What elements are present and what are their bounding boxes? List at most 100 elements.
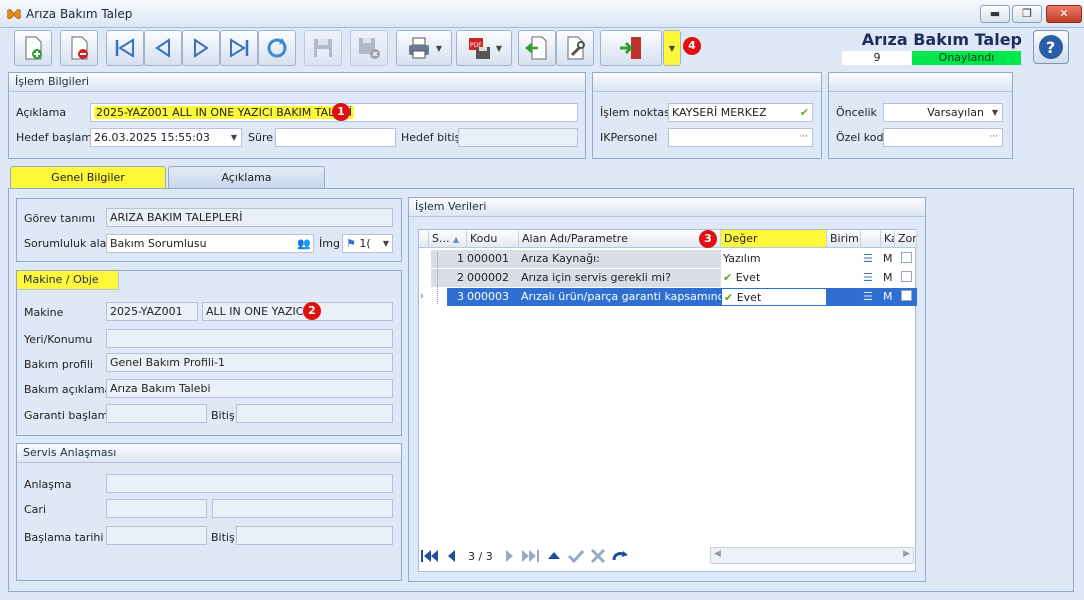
next-icon <box>194 38 209 58</box>
servis-bitis-input[interactable] <box>236 526 393 545</box>
sorumluluk-input[interactable]: Bakım Sorumlusu 👥 <box>106 234 314 253</box>
refresh-grid-icon[interactable] <box>611 549 629 563</box>
maximize-button[interactable]: ❐ <box>1012 5 1042 23</box>
sure-input[interactable] <box>275 128 396 147</box>
yeri-input[interactable] <box>106 329 393 348</box>
last-record-icon[interactable] <box>521 549 541 563</box>
ellipsis-icon[interactable]: ··· <box>799 129 808 146</box>
refresh-icon <box>267 38 287 58</box>
oncelik-select[interactable]: Varsayılan ▼ <box>883 103 1003 122</box>
new-button[interactable] <box>14 30 52 66</box>
col-header-ka[interactable]: Ka <box>881 230 895 248</box>
pdf-dropdown-icon[interactable]: ▼ <box>496 44 502 53</box>
last-record-button[interactable] <box>220 30 258 66</box>
col-header-alan[interactable]: Alan Adı/Parametre <box>519 230 721 248</box>
help-icon: ? <box>1039 35 1063 59</box>
last-icon <box>230 38 249 58</box>
save-close-button[interactable] <box>350 30 388 66</box>
chevron-down-icon[interactable]: ▼ <box>992 104 998 121</box>
import-button[interactable] <box>518 30 556 66</box>
col-header-kodu[interactable]: Kodu <box>467 230 519 248</box>
garanti-bitis-input[interactable] <box>236 404 393 423</box>
col-header-zor[interactable]: Zor <box>895 230 917 248</box>
hedef-bitis-input[interactable] <box>458 128 578 147</box>
baslama-tarihi-input[interactable] <box>106 526 207 545</box>
cell-deger[interactable]: ✔ Evet <box>721 288 827 306</box>
chevron-down-icon[interactable]: ▼ <box>383 235 389 252</box>
tab-aciklama[interactable]: Açıklama <box>168 166 325 189</box>
exit-dropdown-button[interactable]: ▼ <box>663 30 681 66</box>
zorunlu-checkbox[interactable] <box>901 252 912 263</box>
list-icon[interactable]: ☰ <box>863 288 879 306</box>
bakim-aciklama-input[interactable]: Arıza Bakım Talebi <box>106 379 393 398</box>
previous-record-button[interactable] <box>144 30 182 66</box>
makine-code-input[interactable]: 2025-YAZ001 <box>106 302 198 321</box>
print-dropdown-icon[interactable]: ▼ <box>436 44 442 53</box>
new-document-icon <box>25 36 42 60</box>
post-edit-icon[interactable] <box>567 549 585 563</box>
scroll-right-icon[interactable]: ▶ <box>903 549 910 559</box>
insert-record-icon[interactable] <box>546 549 562 563</box>
next-record-icon[interactable] <box>504 549 516 563</box>
refresh-button[interactable] <box>258 30 296 66</box>
cell-ka: M <box>883 252 893 265</box>
col-s-label: S... <box>432 232 450 245</box>
servis-bitis-label: Bitiş <box>211 531 235 544</box>
cancel-edit-icon[interactable] <box>590 549 606 563</box>
tab-genel-bilgiler[interactable]: Genel Bilgiler <box>10 166 166 189</box>
pdf-button[interactable]: PDF ▼ <box>456 30 512 66</box>
islem-noktasi-value: KAYSERİ MERKEZ <box>672 106 767 119</box>
cell-deger[interactable]: Yazılım <box>723 250 827 268</box>
list-icon[interactable]: ☰ <box>863 269 879 287</box>
ozel-kod-input[interactable]: ··· <box>883 128 1003 147</box>
gorev-tanimi-input[interactable]: ARIZA BAKIM TALEPLERİ <box>106 208 393 227</box>
double-check-icon[interactable]: ✔ <box>800 104 809 121</box>
chevron-down-icon[interactable]: ▼ <box>231 129 237 146</box>
print-button[interactable]: ▼ <box>396 30 452 66</box>
cari-name-input[interactable] <box>212 499 393 518</box>
col-header-s[interactable]: S... ▲ <box>429 230 467 248</box>
tools-button[interactable] <box>556 30 594 66</box>
cell-deger[interactable]: ✔ Evet <box>723 269 827 287</box>
anlasma-input[interactable] <box>106 474 393 493</box>
hedef-baslama-input[interactable]: 26.03.2025 15:55:03 ▼ <box>90 128 242 147</box>
save-close-icon <box>359 38 380 59</box>
ellipsis-icon[interactable]: ··· <box>989 129 998 146</box>
img-select[interactable]: ⚑ 1( ▼ <box>342 234 393 253</box>
help-button[interactable]: ? <box>1033 30 1069 64</box>
cell-alan: Arızalı ürün/parça garanti kapsamında mı… <box>519 288 721 306</box>
horizontal-scrollbar[interactable]: ◀ ▶ <box>710 547 914 564</box>
cari-code-input[interactable] <box>106 499 207 518</box>
previous-record-icon[interactable] <box>445 549 457 563</box>
col-header-deger[interactable]: Değer <box>721 230 827 248</box>
delete-button[interactable] <box>60 30 98 66</box>
islem-noktasi-input[interactable]: KAYSERİ MERKEZ ✔ <box>668 103 813 122</box>
ikpersonel-input[interactable]: ··· <box>668 128 813 147</box>
save-disk-icon <box>314 39 332 57</box>
cell-ka: M <box>883 271 893 284</box>
exit-button[interactable] <box>600 30 662 66</box>
list-icon[interactable]: ☰ <box>863 250 879 268</box>
pdf-icon: PDF <box>468 38 490 59</box>
islem-verileri-title: İşlem Verileri <box>409 198 925 217</box>
ozel-kod-label: Özel kod <box>836 131 884 144</box>
zorunlu-checkbox[interactable] <box>901 290 912 301</box>
first-record-button[interactable] <box>106 30 144 66</box>
zorunlu-checkbox[interactable] <box>901 271 912 282</box>
next-record-button[interactable] <box>182 30 220 66</box>
people-icon[interactable]: 👥 <box>297 235 311 252</box>
bakim-profili-input[interactable]: Genel Bakım Profili-1 <box>106 353 393 372</box>
import-document-icon <box>524 36 547 60</box>
bakim-aciklama-label: Bakım açıklama <box>24 383 112 396</box>
sure-label: Süre <box>248 131 274 144</box>
garanti-input[interactable] <box>106 404 207 423</box>
close-window-button[interactable]: ✕ <box>1046 5 1082 23</box>
yeri-label: Yeri/Konumu <box>24 333 93 346</box>
save-button[interactable] <box>304 30 342 66</box>
scroll-left-icon[interactable]: ◀ <box>714 549 721 559</box>
minimize-button[interactable]: ▬ <box>980 5 1010 23</box>
makine-name-input[interactable]: ALL IN ONE YAZICI <box>202 302 393 321</box>
img-value: 1( <box>359 237 371 250</box>
col-header-birim[interactable]: Birim <box>827 230 861 248</box>
first-record-icon[interactable] <box>420 549 440 563</box>
